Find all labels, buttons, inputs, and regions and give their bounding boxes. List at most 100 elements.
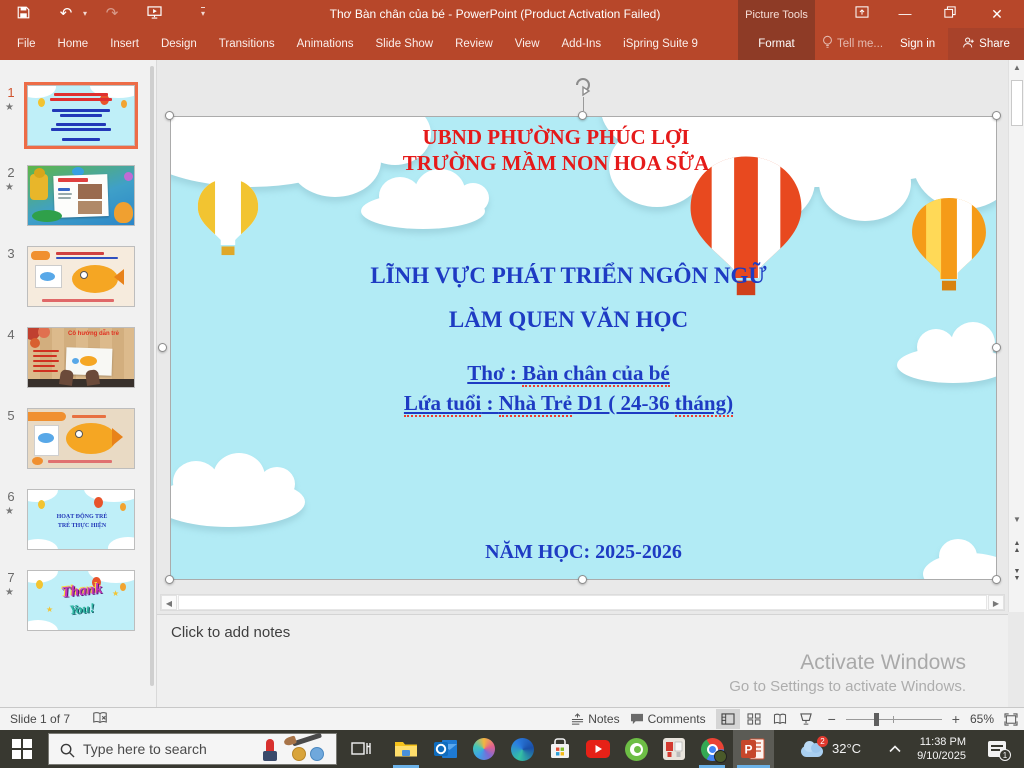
scroll-right-button[interactable]: ▶: [988, 595, 1004, 610]
resize-handle-top-left[interactable]: [165, 111, 174, 120]
sign-in-button[interactable]: Sign in: [900, 28, 935, 60]
tab-animations[interactable]: Animations: [286, 28, 365, 60]
slide-editing-area: UBND PHƯỜNG PHÚC LỢI TRƯỜNG MẦM NON HOA …: [157, 60, 1008, 707]
zoom-level[interactable]: 65%: [970, 712, 994, 726]
taskbar-search-box[interactable]: Type here to search: [48, 732, 337, 765]
notes-toggle-button[interactable]: Notes: [571, 712, 620, 726]
animation-star-icon: ★: [5, 506, 14, 517]
spell-check-icon: [93, 712, 107, 724]
slide-canvas-picture[interactable]: UBND PHƯỜNG PHÚC LỢI TRƯỜNG MẦM NON HOA …: [170, 116, 997, 580]
outlook-button[interactable]: [427, 730, 465, 768]
rotation-handle[interactable]: [572, 74, 594, 96]
copilot-button[interactable]: [465, 730, 503, 768]
tab-add-ins[interactable]: Add-Ins: [551, 28, 613, 60]
ribbon-display-options-button[interactable]: [845, 0, 879, 28]
zoom-slider-thumb[interactable]: [873, 713, 879, 726]
horizontal-scrollbar-thumb[interactable]: [178, 595, 987, 610]
game-app-button[interactable]: [655, 730, 693, 768]
resize-handle-top-center[interactable]: [578, 111, 587, 120]
slide-thumbnail-5[interactable]: [27, 408, 135, 469]
spell-check-button[interactable]: [92, 711, 108, 729]
slide-thumbnail-1[interactable]: [24, 82, 138, 149]
tab-ispring-suite[interactable]: iSpring Suite 9: [612, 28, 709, 60]
activate-windows-watermark: Activate Windows: [800, 651, 966, 674]
undo-button[interactable]: ↶: [56, 0, 76, 28]
share-person-icon: [963, 37, 974, 48]
outlook-icon: [434, 740, 457, 758]
scroll-left-button[interactable]: ◀: [161, 595, 177, 610]
edge-button[interactable]: [503, 730, 541, 768]
task-view-button[interactable]: [342, 730, 380, 768]
tab-view[interactable]: View: [504, 28, 551, 60]
undo-dropdown[interactable]: ▾: [80, 0, 90, 28]
restore-icon: [944, 6, 956, 18]
animation-star-icon: ★: [5, 102, 14, 113]
coccoc-browser-button[interactable]: [617, 730, 655, 768]
minimize-button[interactable]: —: [888, 0, 922, 28]
restore-button[interactable]: [933, 0, 967, 28]
weather-tray-icon[interactable]: 2: [793, 730, 831, 768]
zoom-out-button[interactable]: −: [828, 711, 836, 727]
vertical-scrollbar[interactable]: ▲ ▼ ▲ ▲ ▼ ▼: [1008, 60, 1024, 612]
horizontal-scrollbar[interactable]: ◀ ▶: [160, 594, 1005, 611]
normal-view-button[interactable]: [715, 709, 740, 729]
slide-show-button[interactable]: [794, 709, 818, 729]
tab-slide-show[interactable]: Slide Show: [365, 28, 445, 60]
customize-qat-button[interactable]: ▾: [196, 0, 210, 28]
search-placeholder: Type here to search: [83, 741, 207, 757]
thumbnail-number: 1: [7, 85, 15, 100]
picture-tools-label: Picture Tools: [738, 0, 815, 28]
start-from-beginning-button[interactable]: [143, 0, 165, 28]
tab-transitions[interactable]: Transitions: [208, 28, 286, 60]
chrome-button[interactable]: [693, 730, 731, 768]
thumbnail-panel-scrollbar[interactable]: [150, 66, 154, 686]
windows-taskbar: Type here to search P 2 32°C 11:38 PM 9/…: [0, 730, 1024, 768]
close-button[interactable]: ✕: [980, 0, 1014, 28]
next-slide-button[interactable]: ▼ ▼: [1009, 568, 1024, 582]
redo-button[interactable]: ↷: [102, 0, 122, 28]
resize-handle-middle-left[interactable]: [158, 343, 167, 352]
youtube-button[interactable]: [579, 730, 617, 768]
notes-placeholder[interactable]: Click to add notes: [171, 624, 290, 641]
resize-handle-middle-right[interactable]: [992, 343, 1001, 352]
slide-thumbnail-7[interactable]: Thank You! ★ ★: [27, 570, 135, 631]
scroll-down-button[interactable]: ▼: [1009, 512, 1024, 528]
resize-handle-bottom-left[interactable]: [165, 575, 174, 584]
tab-format[interactable]: Format: [738, 28, 815, 60]
resize-handle-bottom-center[interactable]: [578, 575, 587, 584]
share-button[interactable]: Share: [948, 28, 1024, 60]
clock-tray[interactable]: 11:38 PM 9/10/2025: [896, 735, 966, 763]
blue-powder-icon: [310, 747, 324, 761]
tab-file[interactable]: File: [6, 28, 47, 60]
action-center-button[interactable]: 1: [978, 730, 1016, 768]
slide-thumbnail-6[interactable]: HOẠT ĐỘNG TRẺ TRẺ THỰC HIỆN: [27, 489, 135, 550]
thumbnail-number: 5: [7, 408, 15, 423]
microsoft-store-button[interactable]: [541, 730, 579, 768]
previous-slide-button[interactable]: ▲ ▲: [1009, 540, 1024, 554]
zoom-in-button[interactable]: +: [952, 711, 960, 727]
slide-thumbnail-2[interactable]: [27, 165, 135, 226]
tab-review[interactable]: Review: [444, 28, 504, 60]
vertical-scrollbar-thumb[interactable]: [1011, 80, 1023, 126]
comments-toggle-button[interactable]: Comments: [630, 712, 706, 726]
save-button[interactable]: [14, 0, 32, 28]
resize-handle-top-right[interactable]: [992, 111, 1001, 120]
temperature-display[interactable]: 32°C: [832, 730, 861, 768]
reading-view-button[interactable]: [768, 709, 792, 729]
tell-me-box[interactable]: Tell me...: [822, 28, 883, 60]
tab-design[interactable]: Design: [150, 28, 208, 60]
slide-thumbnail-3[interactable]: [27, 246, 135, 307]
tab-home[interactable]: Home: [47, 28, 100, 60]
fit-to-window-button[interactable]: [1004, 712, 1018, 726]
notes-pane: Click to add notes Activate Windows Go t…: [157, 614, 1008, 707]
hot-air-balloons-graphic: [197, 156, 986, 296]
resize-handle-bottom-right[interactable]: [992, 575, 1001, 584]
file-explorer-button[interactable]: [387, 730, 425, 768]
powerpoint-taskbar-button[interactable]: P: [733, 730, 774, 768]
tab-insert[interactable]: Insert: [99, 28, 150, 60]
slide-sorter-view-button[interactable]: [742, 709, 766, 729]
zoom-slider[interactable]: [845, 709, 942, 729]
start-button[interactable]: [12, 739, 33, 760]
slide-thumbnail-4[interactable]: Cô hướng dẫn trẻ: [27, 327, 135, 388]
scroll-up-button[interactable]: ▲: [1009, 60, 1024, 76]
